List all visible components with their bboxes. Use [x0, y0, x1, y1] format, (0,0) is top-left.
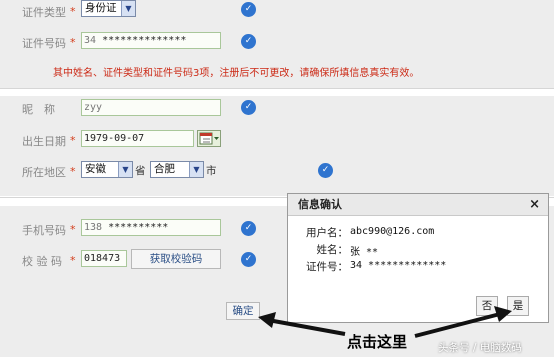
annotation-text: 点击这里 — [347, 333, 408, 351]
arrow-to-confirm — [267, 318, 346, 336]
arrow-to-yes — [414, 312, 501, 338]
arrowhead-confirm — [258, 312, 276, 328]
annotation-arrows — [258, 306, 512, 338]
arrowhead-yes — [494, 306, 512, 322]
watermark: 头条号 / 电脑数码 — [438, 342, 522, 354]
